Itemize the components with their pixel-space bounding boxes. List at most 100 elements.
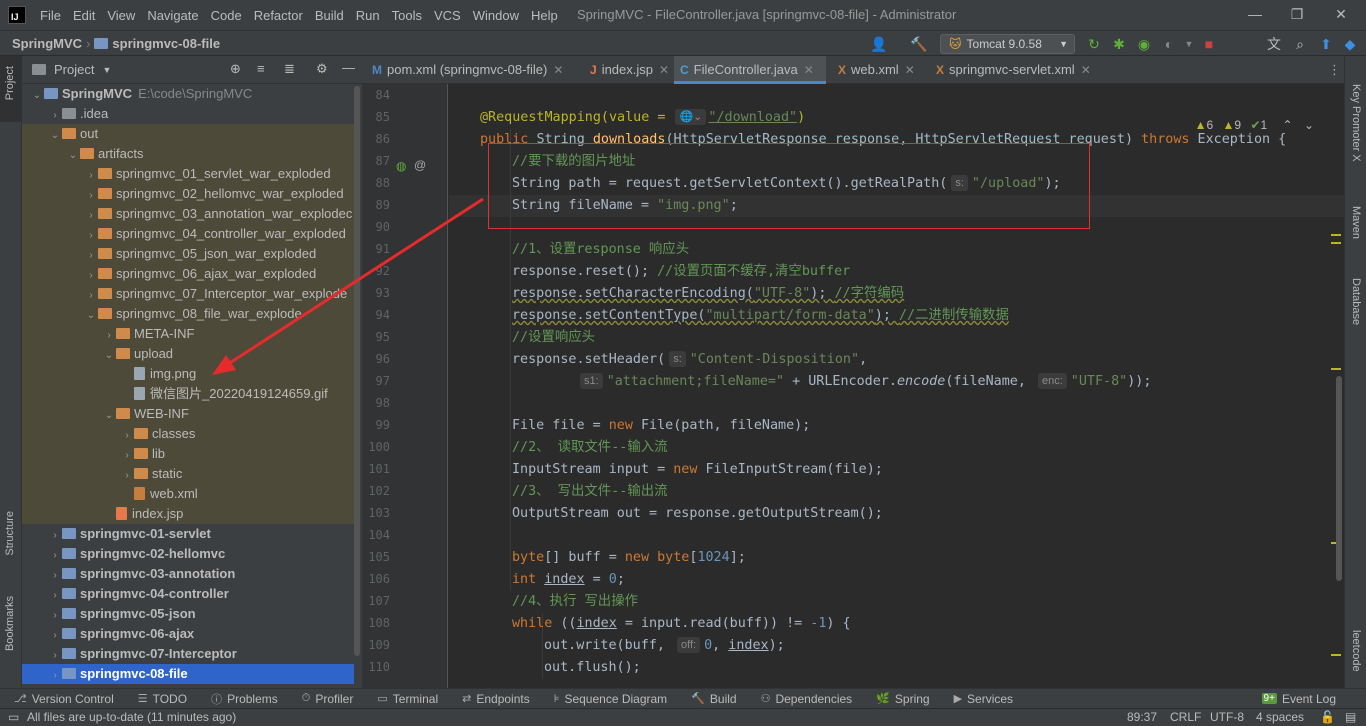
hide-panel-icon[interactable]: — [342,60,355,75]
warning-marker[interactable] [1331,242,1341,244]
dependencies-tool[interactable]: ⚇ Dependencies [747,692,863,706]
menu-run[interactable]: Run [350,8,386,23]
tree-item[interactable]: › springmvc_04_controller_war_exploded [22,224,354,244]
tree-item[interactable]: › springmvc-02-hellomvc [22,544,354,564]
event-log-tool[interactable]: 9+ Event Log [1248,692,1366,706]
bookmarks-tool-tab[interactable]: Bookmarks [4,596,16,651]
code-area[interactable]: ▲6 ▲9 ✔1 ⌃ ⌄ @RequestMapping(value = 🌐⌄ "… [449,84,1344,688]
endpoints-tool[interactable]: ⇄ Endpoints [448,692,540,706]
collapsed-chevron-icon[interactable]: › [120,426,134,446]
next-highlight-icon[interactable]: ⌄ [1304,118,1314,132]
editor-scrollbar[interactable] [1336,376,1342,581]
services-tool[interactable]: ▶ Services [940,692,1023,706]
tree-item[interactable]: › META-INF [22,324,354,344]
tree-item[interactable]: › .idea [22,104,354,124]
tree-item[interactable]: › springmvc-03-annotation [22,564,354,584]
warning-marker[interactable] [1331,654,1341,656]
terminal-tool[interactable]: ▭ Terminal [363,692,448,706]
tree-item[interactable]: ⌄ out [22,124,354,144]
tree-item[interactable]: › springmvc-01-servlet [22,524,354,544]
tree-item[interactable]: ⌄ artifacts [22,144,354,164]
indent-setting[interactable]: 4 spaces [1256,710,1304,724]
collapsed-chevron-icon[interactable]: › [84,186,98,206]
translate-icon[interactable]: 文 [1265,35,1283,53]
chevron-down-icon[interactable]: ▼ [102,65,111,75]
tree-item[interactable]: › classes [22,424,354,444]
tree-item[interactable]: › springmvc_03_annotation_war_explodec [22,204,354,224]
collapsed-chevron-icon[interactable]: › [48,566,62,586]
collapsed-chevron-icon[interactable]: › [48,106,62,126]
project-panel-title[interactable]: Project [54,62,94,77]
tree-item[interactable]: ⌄ upload [22,344,354,364]
collapsed-chevron-icon[interactable]: › [84,206,98,226]
close-tab-icon[interactable]: ✕ [659,63,669,77]
leetcode-tab[interactable]: leetcode [1350,630,1362,672]
breadcrumb-root[interactable]: SpringMVC [0,36,82,51]
collapsed-chevron-icon[interactable]: › [48,546,62,566]
menu-window[interactable]: Window [467,8,525,23]
collapsed-chevron-icon[interactable]: › [84,246,98,266]
coverage-icon[interactable]: ◉ [1135,35,1153,53]
search-icon[interactable]: ⌕ [1291,35,1309,53]
tree-item[interactable]: › springmvc-07-Interceptor [22,644,354,664]
tree-item[interactable]: › springmvc_05_json_war_exploded [22,244,354,264]
close-icon[interactable]: ✕ [1331,4,1351,24]
close-tab-icon[interactable]: ✕ [553,63,563,77]
run-more-chevron-icon[interactable]: ▼ [1180,35,1198,53]
close-tab-icon[interactable]: ✕ [1081,63,1091,77]
maven-tab[interactable]: Maven [1350,206,1362,239]
tree-item[interactable]: › springmvc-05-json [22,604,354,624]
url-hint-icon[interactable]: 🌐⌄ [675,109,707,125]
database-tab[interactable]: Database [1350,278,1362,325]
restore-icon[interactable]: ❐ [1287,4,1307,24]
tree-item[interactable]: › springmvc-06-ajax [22,624,354,644]
problems-tool[interactable]: ⓘ Problems [197,691,288,707]
collapsed-chevron-icon[interactable]: › [84,226,98,246]
debug-icon[interactable]: ✱ [1110,35,1128,53]
menu-tools[interactable]: Tools [386,8,428,23]
tree-item[interactable]: web.xml [22,484,354,504]
run-config-select[interactable]: 🐱 Tomcat 9.0.58 ▼ [940,34,1075,54]
bean-run-icon[interactable]: ◍ [396,159,406,173]
editor-tab[interactable]: C FileController.java ✕ [674,56,826,84]
stop-icon[interactable]: ■ [1200,35,1218,53]
memory-icon[interactable]: ▤ [1345,710,1356,724]
expanded-chevron-icon[interactable]: ⌄ [102,406,116,426]
collapsed-chevron-icon[interactable]: › [48,626,62,646]
more-tabs-icon[interactable]: ⋮ [1328,62,1341,78]
spring-tool[interactable]: 🌿 Spring [862,692,939,706]
expanded-chevron-icon[interactable]: ⌄ [30,86,44,106]
menu-code[interactable]: Code [205,8,248,23]
collapsed-chevron-icon[interactable]: › [48,586,62,606]
collapsed-chevron-icon[interactable]: › [48,646,62,666]
collapsed-chevron-icon[interactable]: › [48,666,62,686]
editor-tab[interactable]: Mpom.xml (springmvc-08-file) ✕ [368,56,569,84]
key-promoter-tab[interactable]: Key Promoter X [1350,84,1362,162]
menu-view[interactable]: View [101,8,141,23]
collapsed-chevron-icon[interactable]: › [120,446,134,466]
collapsed-chevron-icon[interactable]: › [84,166,98,186]
project-tool-tab[interactable]: Project [0,56,22,122]
expanded-chevron-icon[interactable]: ⌄ [102,346,116,366]
plugin-icon[interactable]: ◆ [1341,35,1359,53]
tree-item[interactable]: ⌄ WEB-INF [22,404,354,424]
sequence-diagram-tool[interactable]: ⊧ Sequence Diagram [540,692,677,706]
caret-position[interactable]: 89:37 [1127,710,1157,724]
tree-item[interactable]: › lib [22,444,354,464]
minimize-icon[interactable]: — [1245,4,1265,24]
editor-tab[interactable]: Xspringmvc-servlet.xml ✕ [932,56,1097,84]
collapsed-chevron-icon[interactable]: › [102,326,116,346]
todo-tool[interactable]: ☰ TODO [124,692,197,706]
tree-item[interactable]: › springmvc-08-file [22,664,354,684]
tree-item[interactable]: › static [22,464,354,484]
tree-item[interactable]: img.png [22,364,354,384]
close-tab-icon[interactable]: ✕ [804,63,814,77]
project-scrollbar[interactable] [354,86,360,656]
close-tab-icon[interactable]: ✕ [905,63,915,77]
warning-marker[interactable] [1331,234,1341,236]
collapsed-chevron-icon[interactable]: › [48,526,62,546]
tree-item[interactable]: › springmvc_01_servlet_war_exploded [22,164,354,184]
structure-tool-tab[interactable]: Structure [4,511,16,556]
version-control-tool[interactable]: ⎇ Version Control [0,692,124,706]
gear-icon[interactable]: ⚙ [316,61,328,77]
